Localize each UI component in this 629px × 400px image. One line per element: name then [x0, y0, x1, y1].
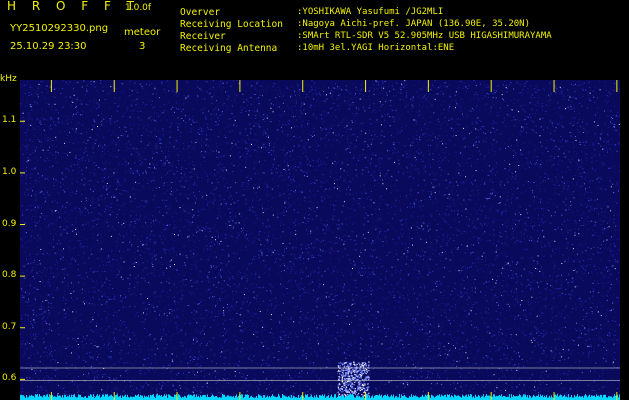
info-value-observer: :YOSHIKAWA Yasufumi /JG2MLI	[297, 7, 444, 17]
info-key-location: Receiving Location	[180, 19, 283, 30]
y-axis-unit: kHz	[0, 74, 17, 84]
spectrogram-svg	[20, 80, 620, 400]
y-tick-label-0.7: 0.7	[2, 321, 17, 332]
y-tick-label-1.0: 1.0	[2, 166, 17, 177]
info-key-observer: Overver	[180, 7, 221, 18]
meteor-label: meteor	[124, 27, 161, 38]
y-tick-label-1.1: 1.1	[2, 115, 17, 126]
info-key-receiver: Receiver	[180, 31, 226, 42]
info-value-antenna: :10mH 3el.YAGI Horizontal:ENE	[297, 43, 455, 53]
y-tick-label-0.9: 0.9	[2, 218, 17, 229]
spectrogram-plot	[20, 80, 620, 400]
app-version: 1.0.0f	[125, 3, 152, 13]
info-value-location: :Nagoya Aichi-pref. JAPAN (136.90E, 35.2…	[297, 19, 530, 29]
file-name: YY2510292330.png	[10, 23, 109, 34]
meteor-count: 3	[139, 41, 146, 52]
y-tick-label-0.8: 0.8	[2, 270, 17, 281]
info-key-antenna: Receiving Antenna	[180, 43, 278, 54]
header-panel: H R O F F T 1.0.0f YY2510292330.png 25.1…	[0, 0, 629, 70]
app-title: H R O F F T	[7, 0, 141, 13]
info-value-receiver: :SMArt RTL-SDR V5 52.905MHz USB HIGASHIM…	[297, 31, 552, 41]
date-time: 25.10.29 23:30	[10, 41, 87, 52]
y-tick-label-0.6: 0.6	[2, 373, 17, 384]
